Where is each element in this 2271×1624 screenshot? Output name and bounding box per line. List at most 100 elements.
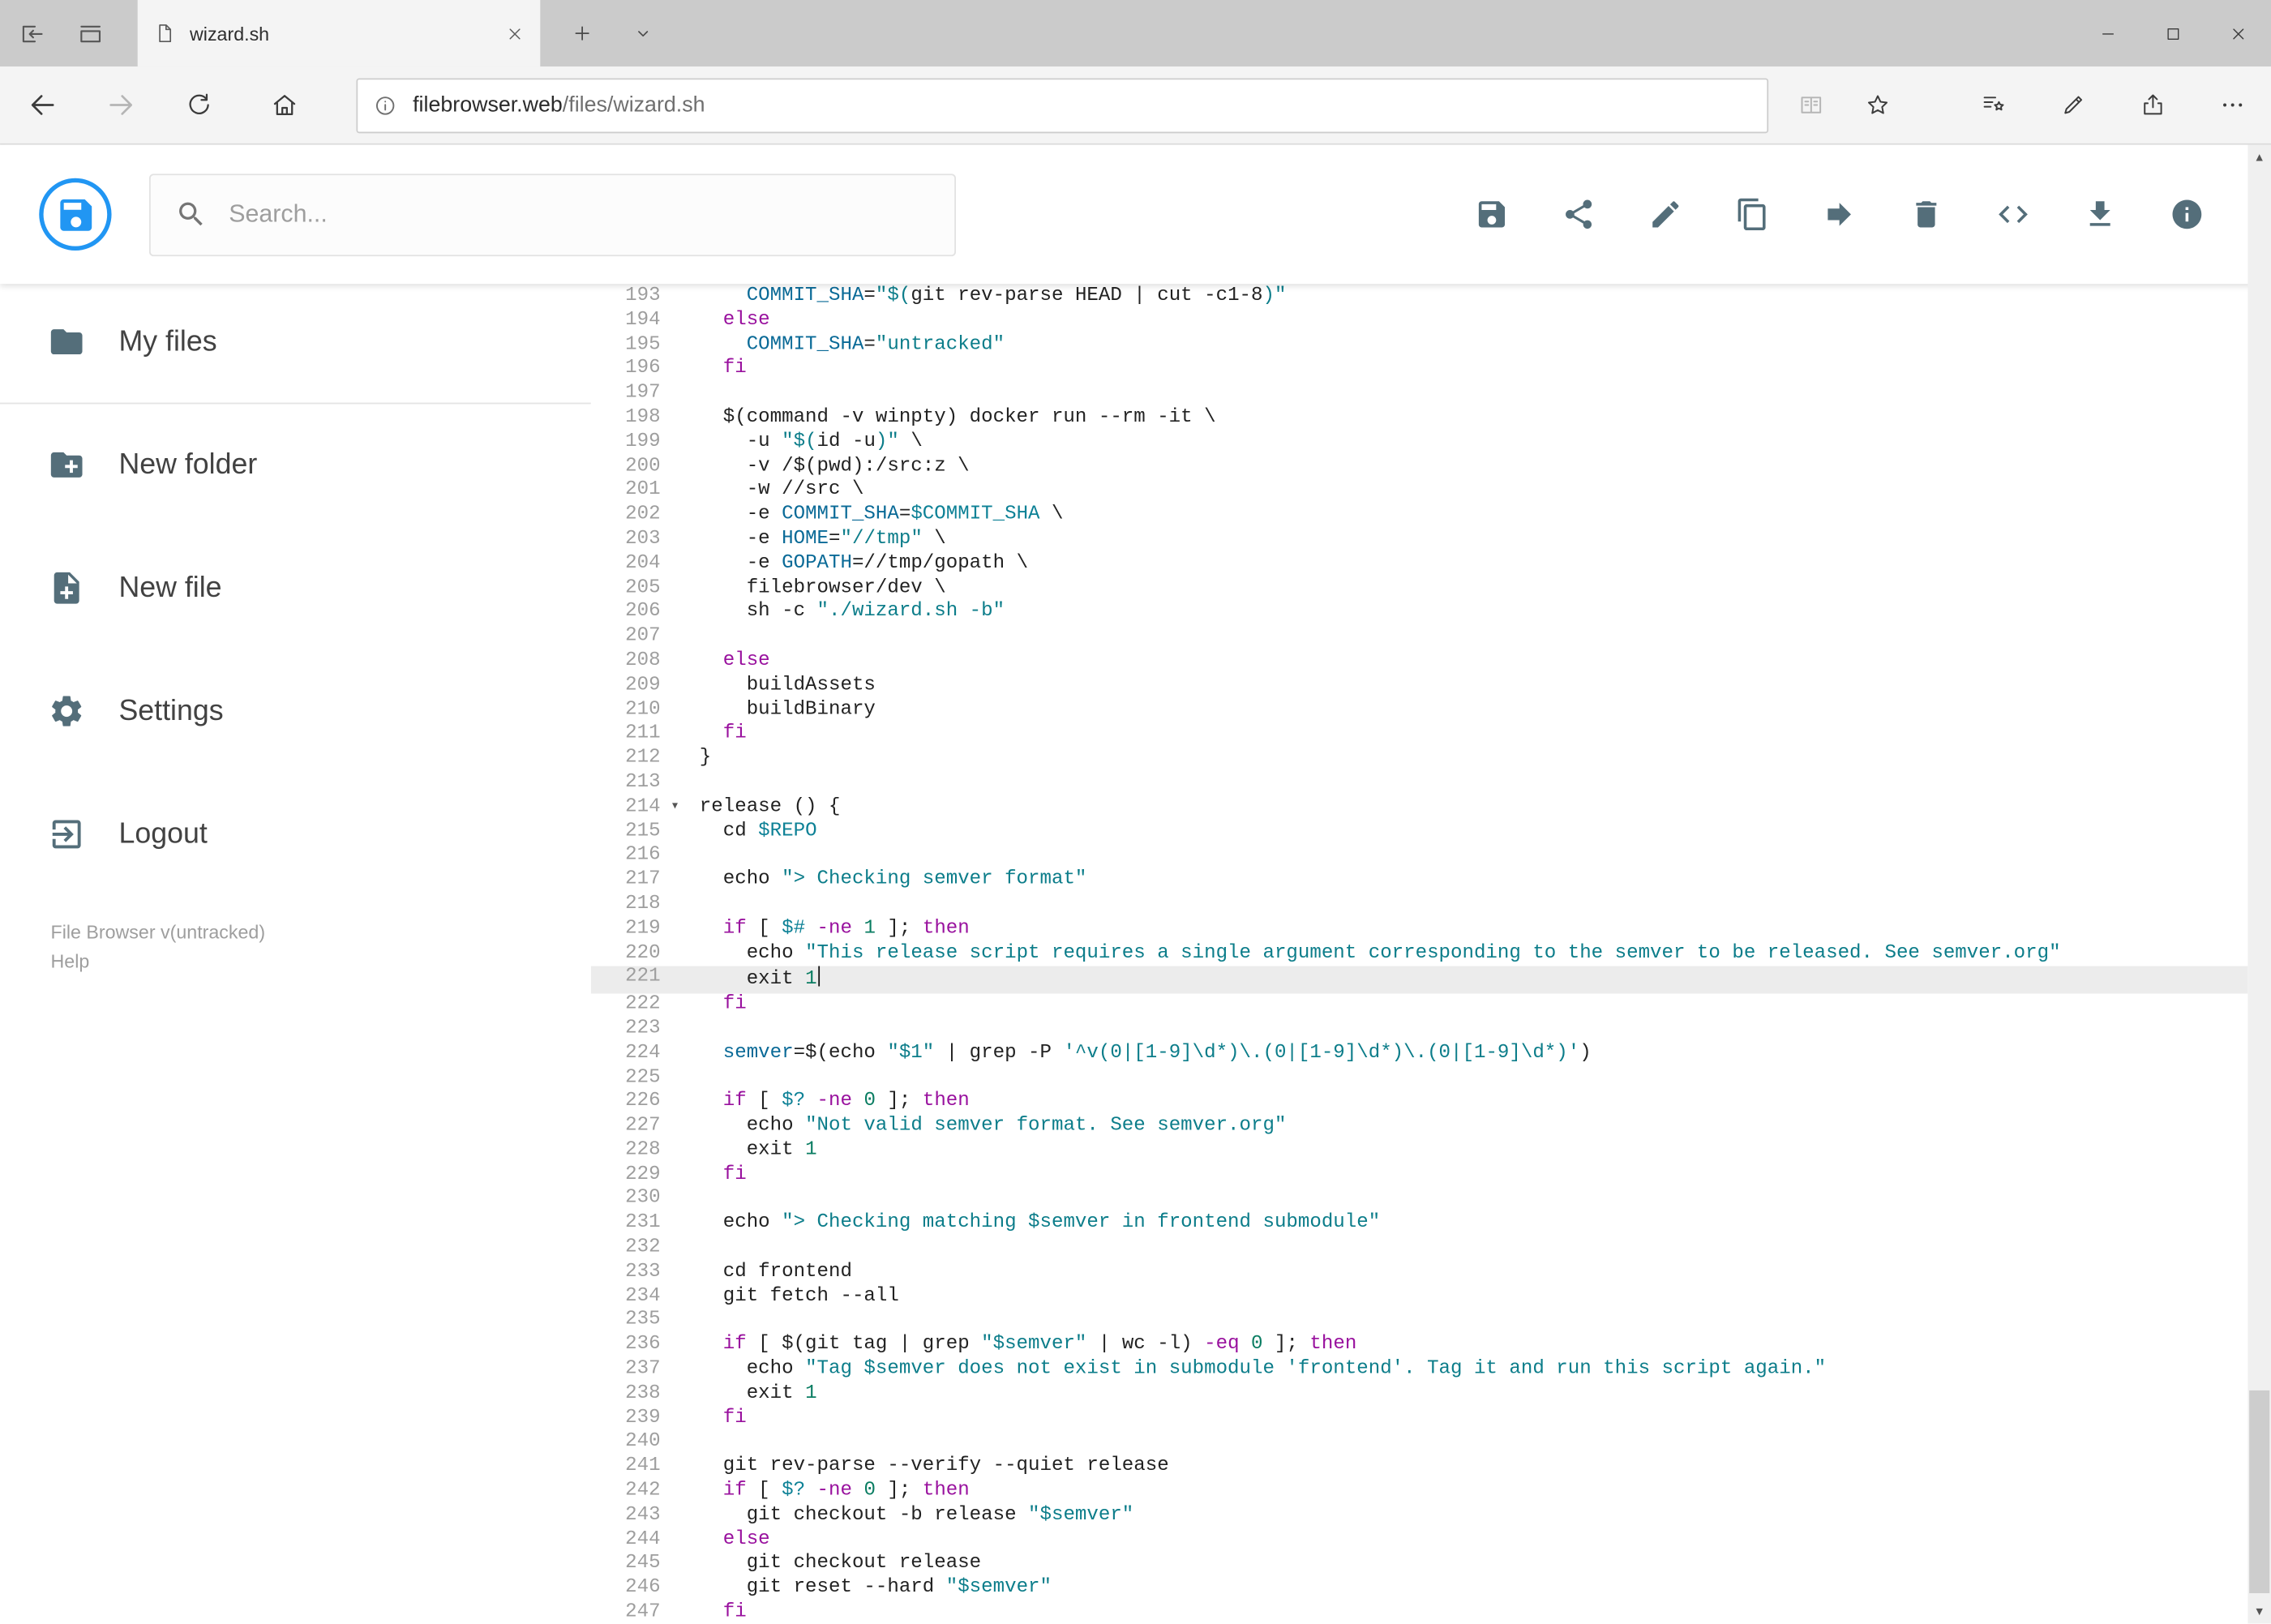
code-line-209[interactable]: 209 buildAssets (591, 675, 2248, 699)
line-number[interactable]: 210 (591, 699, 660, 723)
line-number[interactable]: 228 (591, 1140, 660, 1164)
line-number[interactable]: 196 (591, 358, 660, 383)
line-number[interactable]: 246 (591, 1578, 660, 1602)
code-line-219[interactable]: 219 if [ $# -ne 1 ]; then (591, 918, 2248, 942)
code-line-232[interactable]: 232 (591, 1237, 2248, 1262)
code-line-244[interactable]: 244 else (591, 1529, 2248, 1553)
code-line-245[interactable]: 245 git checkout release (591, 1553, 2248, 1578)
delete-button[interactable] (1909, 197, 1943, 232)
code-line-246[interactable]: 246 git reset --hard "$semver" (591, 1578, 2248, 1602)
code-line-241[interactable]: 241 git rev-parse --verify --quiet relea… (591, 1456, 2248, 1480)
code-line-231[interactable]: 231 echo "> Checking matching $semver in… (591, 1213, 2248, 1237)
line-number[interactable]: 219 (591, 918, 660, 942)
line-number[interactable]: 195 (591, 334, 660, 358)
code-line-222[interactable]: 222 fi (591, 994, 2248, 1018)
filebrowser-logo[interactable] (39, 178, 112, 251)
code-line-202[interactable]: 202 -e COMMIT_SHA=$COMMIT_SHA \ (591, 504, 2248, 529)
tab-close-icon[interactable] (505, 24, 524, 42)
line-number[interactable]: 235 (591, 1310, 660, 1335)
code-line-215[interactable]: 215 cd $REPO (591, 821, 2248, 845)
code-line-247[interactable]: 247 fi (591, 1602, 2248, 1624)
line-number[interactable]: 207 (591, 626, 660, 650)
code-line-227[interactable]: 227 echo "Not valid semver format. See s… (591, 1116, 2248, 1140)
line-number[interactable]: 199 (591, 431, 660, 456)
line-number[interactable]: 242 (591, 1480, 660, 1505)
line-number[interactable]: 203 (591, 529, 660, 553)
line-number[interactable]: 205 (591, 577, 660, 602)
line-number[interactable]: 206 (591, 602, 660, 626)
line-number[interactable]: 247 (591, 1602, 660, 1624)
line-number[interactable]: 226 (591, 1091, 660, 1116)
fold-arrow-icon[interactable]: ▾ (661, 796, 700, 821)
refresh-icon[interactable] (186, 92, 213, 119)
line-number[interactable]: 194 (591, 310, 660, 334)
sidebar-item-logout[interactable]: Logout (0, 791, 591, 877)
code-line-236[interactable]: 236 if [ $(git tag | grep "$semver" | wc… (591, 1335, 2248, 1359)
code-line-243[interactable]: 243 git checkout -b release "$semver" (591, 1505, 2248, 1529)
line-number[interactable]: 204 (591, 553, 660, 577)
line-number[interactable]: 216 (591, 845, 660, 869)
web-note-icon[interactable] (2059, 92, 2087, 119)
line-number[interactable]: 237 (591, 1359, 660, 1383)
code-line-237[interactable]: 237 echo "Tag $semver does not exist in … (591, 1359, 2248, 1383)
line-number[interactable]: 234 (591, 1286, 660, 1310)
line-number[interactable]: 224 (591, 1043, 660, 1067)
code-line-225[interactable]: 225 (591, 1067, 2248, 1091)
line-number[interactable]: 233 (591, 1262, 660, 1286)
code-line-242[interactable]: 242 if [ $? -ne 0 ]; then (591, 1480, 2248, 1505)
line-number[interactable]: 225 (591, 1067, 660, 1091)
code-line-217[interactable]: 217 echo "> Checking semver format" (591, 869, 2248, 893)
code-line-238[interactable]: 238 exit 1 (591, 1383, 2248, 1408)
rename-button[interactable] (1648, 197, 1683, 232)
window-close-button[interactable] (2206, 0, 2271, 66)
share-button[interactable] (1562, 197, 1596, 232)
code-line-220[interactable]: 220 echo "This release script requires a… (591, 942, 2248, 966)
scroll-up-button[interactable]: ▲ (2247, 145, 2271, 169)
help-link[interactable]: Help (51, 947, 591, 976)
new-tab-icon[interactable] (571, 22, 594, 45)
line-number[interactable]: 211 (591, 723, 660, 748)
share-page-icon[interactable] (2139, 92, 2166, 119)
code-line-207[interactable]: 207 (591, 626, 2248, 650)
save-button[interactable] (1475, 197, 1510, 232)
code-line-239[interactable]: 239 fi (591, 1408, 2248, 1432)
line-number[interactable]: 215 (591, 821, 660, 845)
code-line-240[interactable]: 240 (591, 1432, 2248, 1456)
scrollbar-thumb[interactable] (2249, 1390, 2270, 1593)
code-line-203[interactable]: 203 -e HOME="//tmp" \ (591, 529, 2248, 553)
line-number[interactable]: 201 (591, 480, 660, 504)
tab-list-chevron-icon[interactable] (633, 24, 653, 44)
search-input[interactable] (229, 199, 930, 229)
line-number[interactable]: 222 (591, 994, 660, 1018)
site-info-icon[interactable] (374, 93, 397, 117)
code-editor[interactable]: 193 COMMIT_SHA="$(git rev-parse HEAD | c… (590, 284, 2248, 1624)
code-line-193[interactable]: 193 COMMIT_SHA="$(git rev-parse HEAD | c… (591, 285, 2248, 310)
code-line-205[interactable]: 205 filebrowser/dev \ (591, 577, 2248, 602)
editor-button[interactable] (1996, 197, 2031, 232)
more-options-icon[interactable] (2219, 92, 2247, 119)
code-line-212[interactable]: 212} (591, 748, 2248, 772)
search-box[interactable] (148, 173, 956, 256)
move-button[interactable] (1822, 197, 1857, 232)
back-icon[interactable] (28, 90, 58, 121)
code-line-234[interactable]: 234 git fetch --all (591, 1286, 2248, 1310)
code-line-211[interactable]: 211 fi (591, 723, 2248, 748)
hub-icon[interactable] (1980, 92, 2007, 119)
code-line-204[interactable]: 204 -e GOPATH=//tmp/gopath \ (591, 553, 2248, 577)
line-number[interactable]: 220 (591, 942, 660, 966)
maximize-button[interactable] (2140, 0, 2205, 66)
download-button[interactable] (2083, 197, 2118, 232)
code-line-195[interactable]: 195 COMMIT_SHA="untracked" (591, 334, 2248, 358)
minimize-button[interactable] (2076, 0, 2140, 66)
code-line-214[interactable]: 214 ▾ release () { (591, 796, 2248, 821)
line-number[interactable]: 212 (591, 748, 660, 772)
code-line-221[interactable]: 221 exit 1 (590, 966, 2248, 994)
code-line-218[interactable]: 218 (591, 893, 2248, 918)
code-line-229[interactable]: 229 fi (591, 1164, 2248, 1189)
line-number[interactable]: 232 (591, 1237, 660, 1262)
copy-button[interactable] (1735, 197, 1770, 232)
info-button[interactable] (2170, 197, 2205, 232)
add-favorite-icon[interactable] (1864, 92, 1892, 119)
line-number[interactable]: 213 (591, 772, 660, 796)
code-line-223[interactable]: 223 (591, 1018, 2248, 1043)
